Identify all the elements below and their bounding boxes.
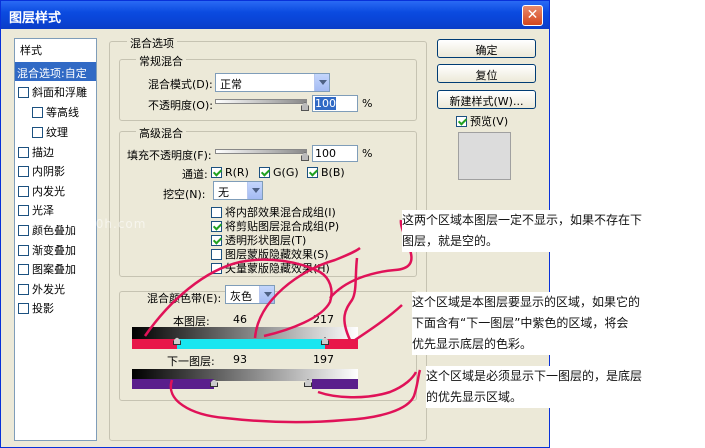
annotation-note-3: 这个区域是必须显示下一图层的，是底层 的优先显示区域。 [426,366,702,408]
annotation-stroke-4 [329,219,413,299]
annotation-stroke-6 [169,369,422,424]
note-line: 的优先显示区域。 [426,390,523,404]
annotation-note-1: 这两个区域本图层一定不显示，如果不存在下 图层，就是空的。 [402,210,702,252]
note-line: 图层，就是空的。 [402,234,499,248]
note-line: 这两个区域本图层一定不显示，如果不存在下 [402,213,643,227]
annotation-stroke-5 [354,304,403,342]
note-line: 这个区域是必须显示下一图层的，是底层 [426,369,643,383]
annotation-stroke-7 [317,371,418,399]
annotation-stroke-3 [343,257,359,341]
note-line: 下面含有“下一图层”中紫色的区域，将会 [412,316,629,330]
annotation-stroke-1 [143,258,333,338]
note-line: 这个区域是本图层要显示的区域，如果它的 [412,295,641,309]
annotation-note-2: 这个区域是本图层要显示的区域，如果它的 下面含有“下一图层”中紫色的区域，将会 … [412,292,702,355]
note-line: 优先显示底层的色彩。 [412,337,533,351]
